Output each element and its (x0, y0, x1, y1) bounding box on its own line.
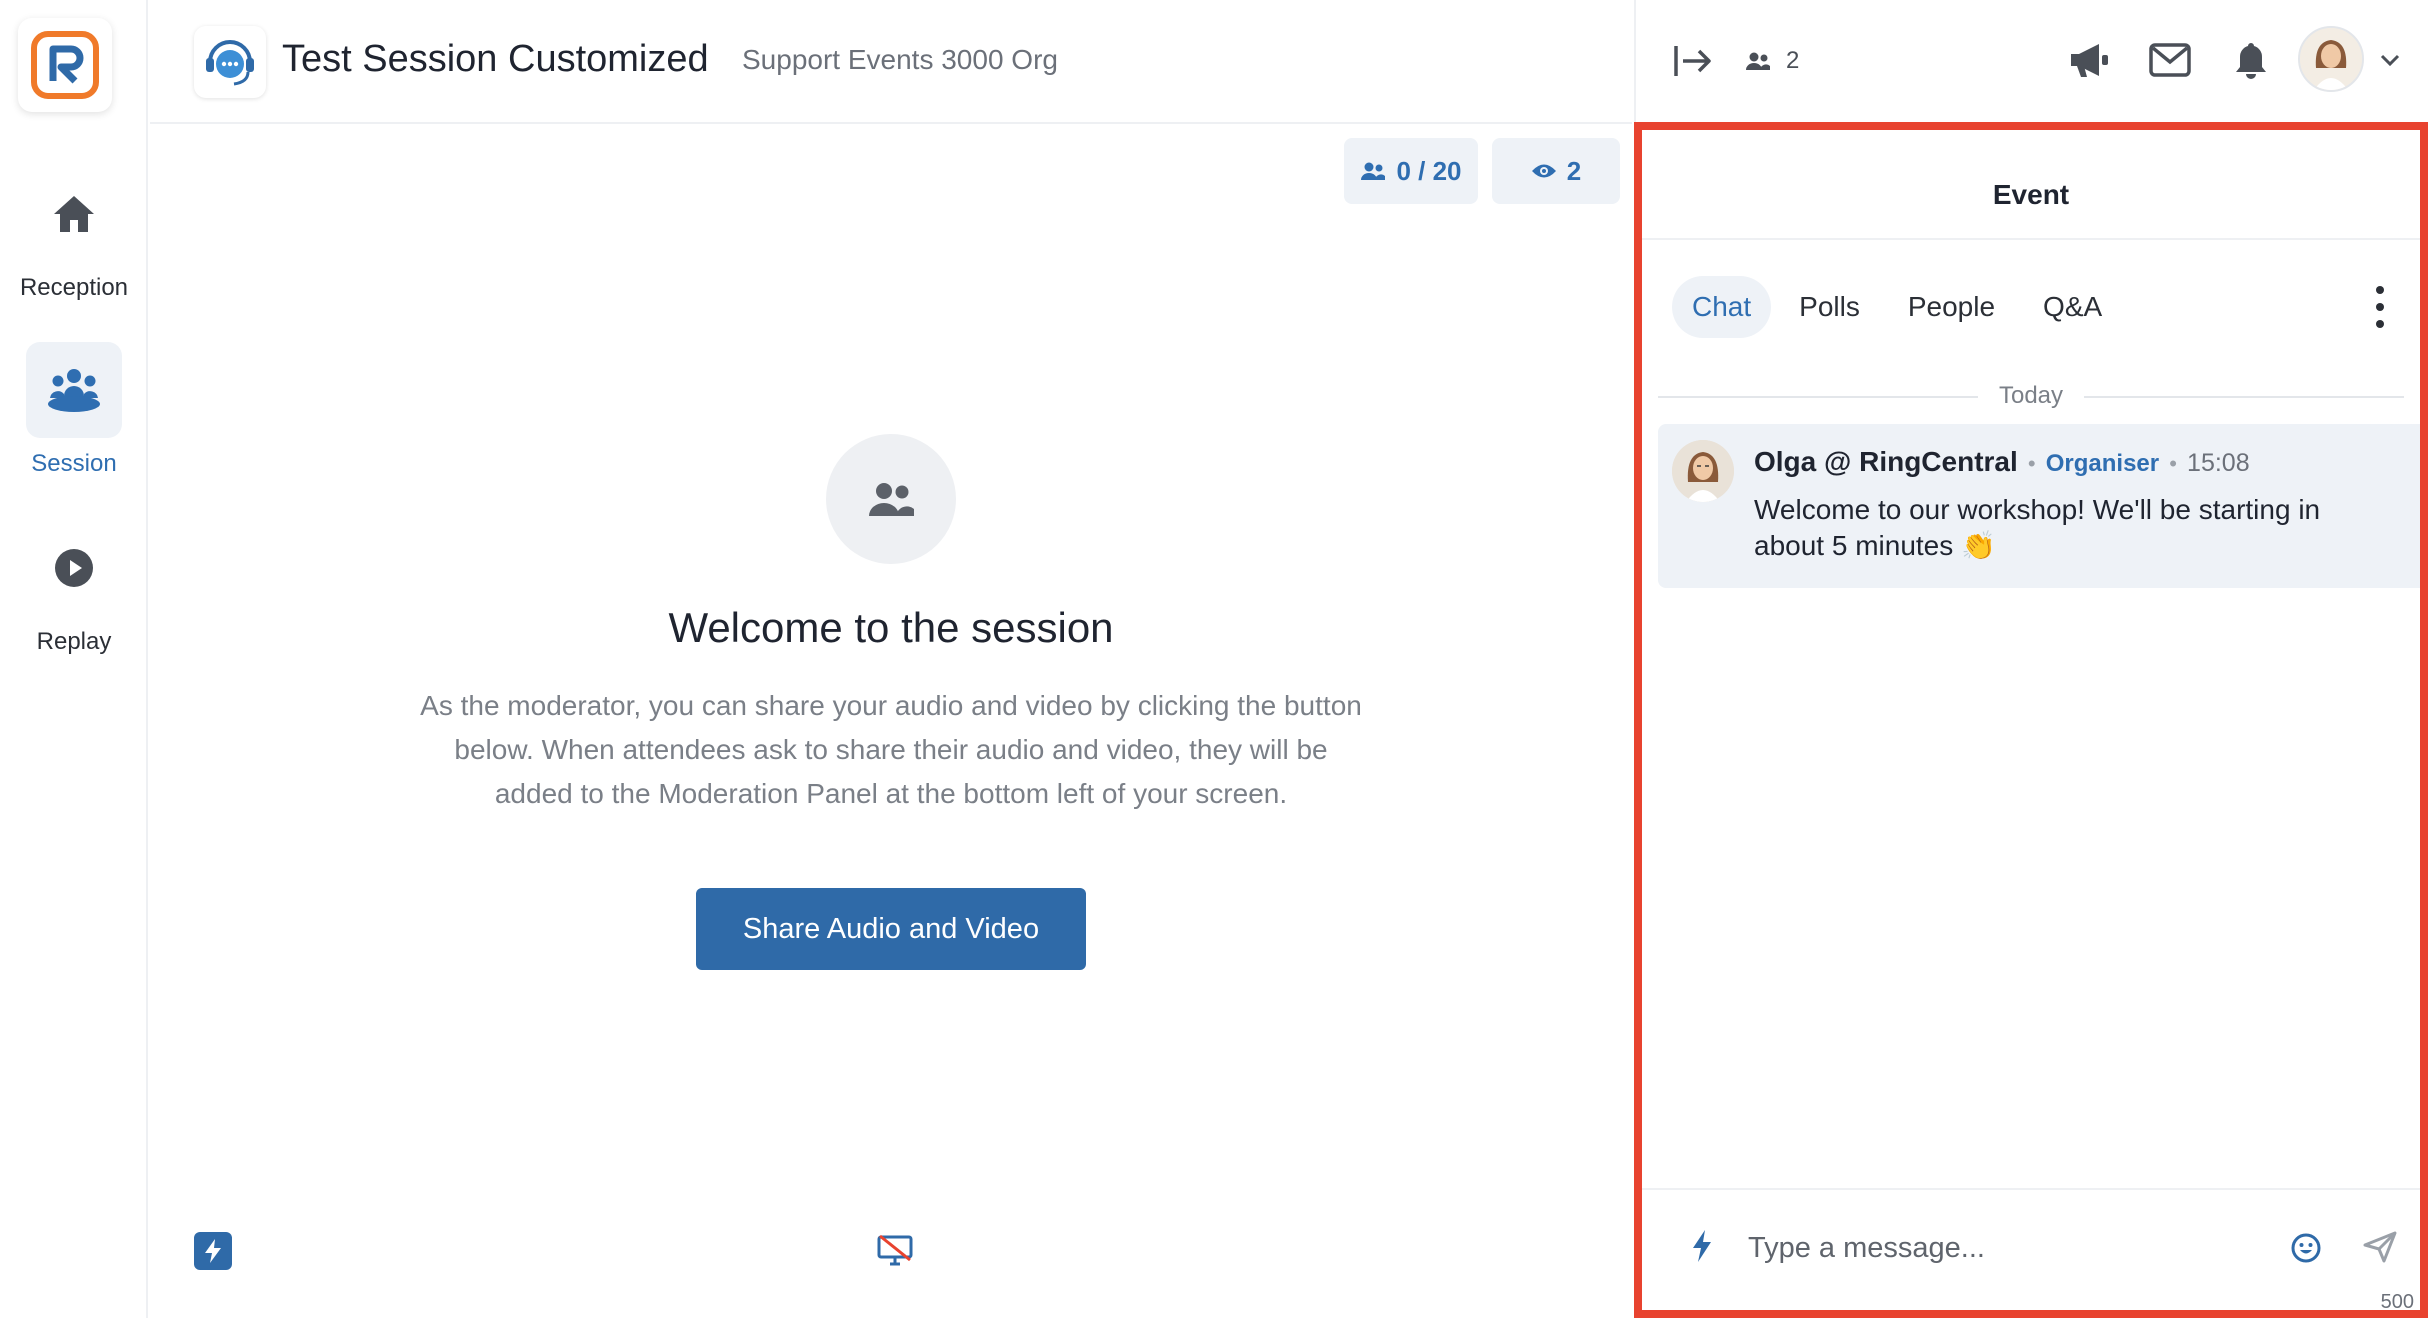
message-composer: 500 (1642, 1188, 2420, 1313)
user-avatar[interactable] (2298, 26, 2364, 92)
eye-icon (1531, 164, 1556, 178)
envelope-icon (2149, 43, 2191, 77)
char-limit-counter: 500 (2380, 1291, 2414, 1313)
session-header: Test Session Customized Support Events 3… (150, 0, 1632, 124)
organization-name: Support Events 3000 Org (742, 44, 1058, 75)
attendee-counter[interactable]: 2 (1744, 44, 1824, 78)
message-header: Olga @ RingCentral • Organiser • 15:08 (1754, 446, 2250, 477)
chevron-down-icon (2380, 54, 2400, 67)
emoji-button[interactable] (2290, 1232, 2322, 1264)
sidebar-item-label: Reception (19, 274, 129, 301)
event-tabs: Chat Polls People Q&A (1672, 276, 2122, 338)
message-author[interactable]: Olga @ RingCentral (1754, 446, 2018, 477)
account-menu-toggle[interactable] (2378, 48, 2402, 72)
announcements-button[interactable] (2066, 38, 2112, 82)
tab-polls[interactable]: Polls (1779, 276, 1880, 338)
message-input[interactable] (1748, 1226, 2248, 1270)
quick-actions-button[interactable] (1690, 1228, 1716, 1268)
welcome-title: Welcome to the session (668, 604, 1114, 651)
session-logo (194, 26, 266, 98)
event-panel: Event Chat Polls People Q&A Today Olga @… (1634, 122, 2428, 1318)
megaphone-icon (2071, 44, 2108, 77)
app-logo[interactable] (18, 18, 112, 112)
sidebar-item-reception[interactable]: Reception (0, 166, 148, 302)
sidebar-item-session[interactable]: Session (0, 342, 148, 478)
sidebar: Reception Session Replay (0, 0, 148, 1318)
people-icon (1361, 162, 1386, 180)
ringcentral-logo-icon (31, 31, 99, 99)
role-badge: Organiser (2045, 450, 2160, 477)
screen-share-button[interactable] (876, 1234, 914, 1268)
notifications-button[interactable] (2230, 38, 2272, 82)
lightning-icon (1693, 1230, 1711, 1262)
tab-chat[interactable]: Chat (1672, 276, 1772, 338)
messages-button[interactable] (2146, 40, 2194, 80)
collapse-panel-button[interactable] (1672, 40, 1714, 82)
page-title: Test Session Customized (282, 38, 709, 80)
panel-title: Event (1642, 130, 2420, 240)
sidebar-item-replay[interactable]: Replay (0, 520, 148, 656)
chat-message[interactable]: Olga @ RingCentral • Organiser • 15:08 W… (1658, 424, 2420, 588)
send-icon (2363, 1231, 2397, 1263)
people-icon (869, 483, 914, 516)
send-button[interactable] (2362, 1230, 2400, 1266)
home-icon (54, 196, 94, 232)
welcome-illustration (826, 434, 956, 564)
lightning-button[interactable] (194, 1232, 232, 1270)
sidebar-item-label: Replay (36, 628, 112, 655)
avatar-image (1672, 440, 1734, 502)
tab-qa[interactable]: Q&A (2023, 276, 2122, 338)
avatar-image (2300, 28, 2362, 90)
play-circle-icon (55, 549, 93, 587)
smiley-icon (2291, 1233, 2321, 1263)
bell-icon (2236, 43, 2266, 79)
participants-badge[interactable]: 0 / 20 (1344, 138, 1478, 204)
day-divider: Today (1658, 382, 2404, 412)
sidebar-item-label: Session (31, 450, 117, 477)
arrow-right-to-line-icon (1674, 46, 1711, 76)
viewers-count: 2 (1566, 155, 1582, 186)
participants-count: 0 / 20 (1396, 155, 1462, 186)
message-timestamp: 15:08 (2187, 449, 2250, 477)
more-options-icon[interactable] (2370, 286, 2390, 328)
welcome-description: As the moderator, you can share your aud… (420, 690, 1362, 809)
nav-icon-box (26, 520, 122, 616)
people-icon (1746, 52, 1770, 70)
nav-icon-box (26, 166, 122, 262)
screen-share-off-icon (877, 1234, 913, 1266)
share-audio-video-button[interactable]: Share Audio and Video (696, 888, 1086, 970)
nav-icon-box (26, 342, 122, 438)
attendee-count: 2 (1786, 47, 1800, 74)
group-icon (48, 369, 100, 412)
tab-people[interactable]: People (1888, 276, 2015, 338)
day-divider-label: Today (1998, 382, 2064, 409)
top-right-toolbar: 2 (1634, 0, 2428, 124)
support-chat-icon (206, 40, 254, 86)
avatar[interactable] (1672, 440, 1734, 502)
lightning-icon (205, 1239, 221, 1263)
message-text: Welcome to our workshop! We'll be starti… (1754, 494, 2321, 561)
viewers-badge[interactable]: 2 (1492, 138, 1620, 204)
